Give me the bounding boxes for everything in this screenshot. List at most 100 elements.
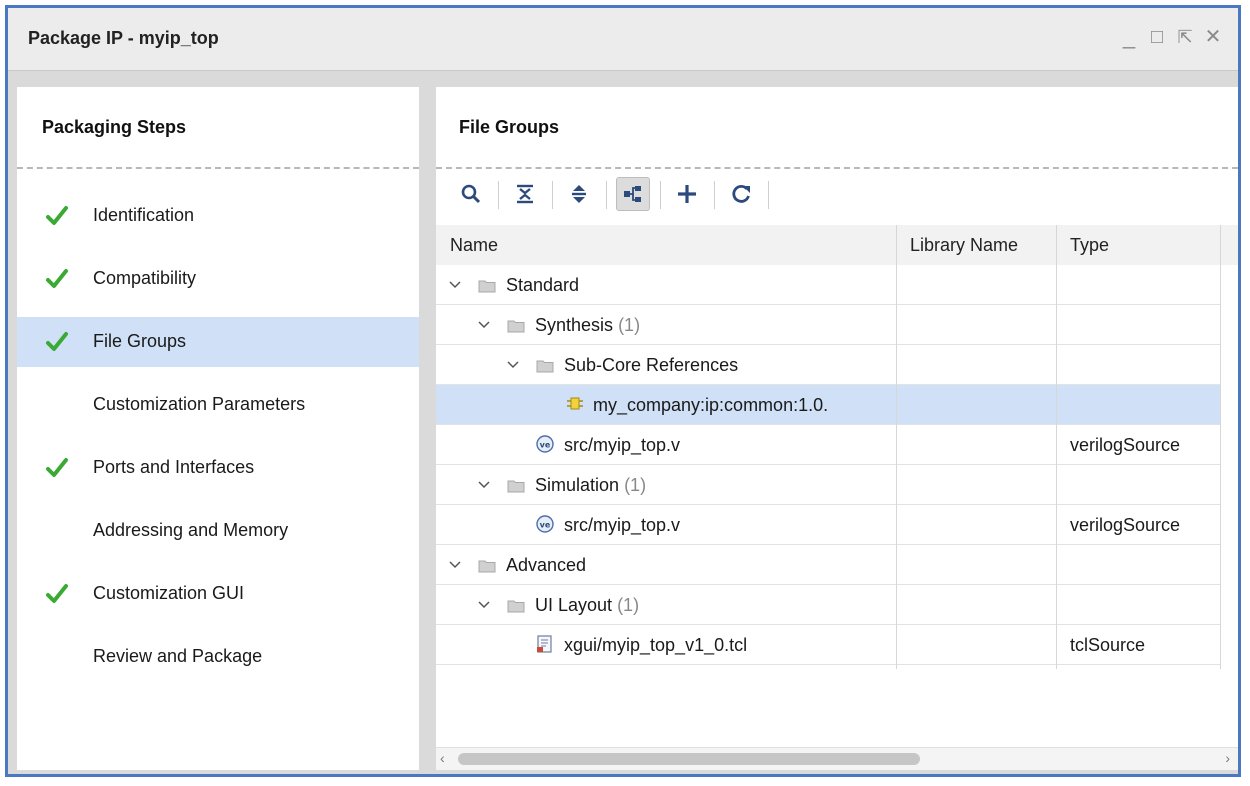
folder-icon <box>536 358 554 373</box>
checkmark-icon <box>45 204 69 228</box>
row-name: Simulation (1) <box>535 475 646 496</box>
row-name: Standard <box>506 275 579 296</box>
checkmark-icon <box>45 456 69 480</box>
step-label: Identification <box>93 205 195 225</box>
column-divider <box>1220 225 1221 669</box>
column-divider <box>1056 225 1057 669</box>
column-header-type[interactable]: Type <box>1070 235 1109 256</box>
restore-icon[interactable]: ⇱ <box>1172 22 1198 52</box>
toolbar-separator <box>606 181 607 209</box>
table-row[interactable]: Synthesis (1) <box>436 305 1221 345</box>
hierarchy-icon[interactable] <box>616 177 650 211</box>
step-compatibility[interactable]: Compatibility <box>17 254 419 304</box>
row-count: (1) <box>624 475 647 495</box>
step-label: Compatibility <box>93 268 197 288</box>
step-customization-gui[interactable]: Customization GUI <box>17 569 419 619</box>
row-count: (1) <box>618 315 641 335</box>
checkmark-icon <box>45 582 69 606</box>
row-name-text: xgui/myip_top_v1_0.tcl <box>564 635 748 655</box>
toolbar-separator <box>498 181 499 209</box>
minimize-icon[interactable]: _ <box>1116 22 1142 52</box>
chevron-down-icon[interactable] <box>477 474 493 494</box>
divider <box>436 167 1238 169</box>
ip-core-icon <box>565 395 583 410</box>
expand-all-icon[interactable] <box>562 177 596 211</box>
checkmark-icon <box>45 267 69 291</box>
step-review-and-package[interactable]: Review and Package <box>17 632 419 682</box>
divider <box>17 167 419 169</box>
step-label: Addressing and Memory <box>93 520 289 540</box>
row-name-text: Advanced <box>506 555 587 575</box>
file-groups-heading: File Groups <box>459 117 560 137</box>
table-row[interactable]: my_company:ip:common:1.0. <box>436 385 1221 425</box>
row-name: src/myip_top.v <box>564 435 680 456</box>
toolbar-separator <box>714 181 715 209</box>
step-ports-and-interfaces[interactable]: Ports and Interfaces <box>17 443 419 493</box>
row-name: Sub-Core References <box>564 355 738 376</box>
column-header-library[interactable]: Library Name <box>910 235 1018 256</box>
package-ip-window: Package IP - myip_top _ □ ⇱ ✕ Packaging … <box>5 5 1241 777</box>
step-identification[interactable]: Identification <box>17 191 419 241</box>
table-row[interactable]: xgui/myip_top_v1_0.tcl tclSource <box>436 625 1221 665</box>
packaging-steps-heading: Packaging Steps <box>42 117 187 137</box>
horizontal-scrollbar[interactable]: ‹ › <box>436 747 1238 770</box>
scroll-right-icon[interactable]: › <box>1225 750 1230 766</box>
chevron-down-icon[interactable] <box>448 274 464 294</box>
row-name-text: my_company:ip:common:1.0. <box>593 395 829 415</box>
row-name: Synthesis (1) <box>535 315 640 336</box>
step-customization-parameters[interactable]: Customization Parameters <box>17 380 419 430</box>
chevron-down-icon[interactable] <box>506 354 522 374</box>
maximize-icon[interactable]: □ <box>1144 22 1170 52</box>
table-row[interactable]: ve src/myip_top.v verilogSource <box>436 505 1221 545</box>
window-title: Package IP - myip_top <box>28 28 219 48</box>
column-header-name[interactable]: Name <box>450 235 498 256</box>
packaging-steps-panel: Packaging Steps Identification Compatibil… <box>17 87 419 770</box>
checkmark-icon <box>45 330 69 354</box>
row-type: verilogSource <box>1070 515 1181 535</box>
folder-icon <box>507 318 525 333</box>
close-icon[interactable]: ✕ <box>1200 22 1226 52</box>
row-type: verilogSource <box>1070 435 1181 455</box>
step-label: Review and Package <box>93 646 263 666</box>
row-count: (1) <box>617 595 640 615</box>
scroll-left-icon[interactable]: ‹ <box>440 750 445 766</box>
toolbar-separator <box>768 181 769 209</box>
folder-icon <box>507 478 525 493</box>
row-name: UI Layout (1) <box>535 595 639 616</box>
svg-text:ve: ve <box>540 521 551 530</box>
toolbar-separator <box>552 181 553 209</box>
row-name: xgui/myip_top_v1_0.tcl <box>564 635 747 656</box>
row-name-text: Sub-Core References <box>564 355 739 375</box>
table-row[interactable]: ve src/myip_top.v verilogSource <box>436 425 1221 465</box>
row-name: my_company:ip:common:1.0. <box>593 395 828 416</box>
title-bar[interactable]: Package IP - myip_top _ □ ⇱ ✕ <box>8 8 1238 71</box>
row-name: src/myip_top.v <box>564 515 680 536</box>
add-icon[interactable] <box>670 177 704 211</box>
file-groups-panel: File Groups Name Library Name Type Stand… <box>436 87 1238 770</box>
step-addressing-and-memory[interactable]: Addressing and Memory <box>17 506 419 556</box>
table-row[interactable]: UI Layout (1) <box>436 585 1221 625</box>
chevron-down-icon[interactable] <box>477 594 493 614</box>
table-row[interactable]: Advanced <box>436 545 1221 585</box>
table-row[interactable]: Simulation (1) <box>436 465 1221 505</box>
toolbar-separator <box>660 181 661 209</box>
row-name-text: UI Layout <box>535 595 613 615</box>
collapse-all-icon[interactable] <box>508 177 542 211</box>
chevron-down-icon[interactable] <box>477 314 493 334</box>
file-groups-table: Name Library Name Type Standard Synthesis… <box>436 225 1238 669</box>
folder-icon <box>478 558 496 573</box>
verilog-file-icon: ve <box>536 435 554 453</box>
refresh-icon[interactable] <box>724 177 758 211</box>
row-name: Advanced <box>506 555 586 576</box>
dialog-body: Packaging Steps Identification Compatibil… <box>8 71 1238 774</box>
chevron-down-icon[interactable] <box>448 554 464 574</box>
step-label: Customization GUI <box>93 583 245 603</box>
search-icon[interactable] <box>454 177 488 211</box>
scrollbar-thumb[interactable] <box>458 753 920 765</box>
row-name-text: Synthesis <box>535 315 614 335</box>
table-row[interactable]: Sub-Core References <box>436 345 1221 385</box>
step-label: Customization Parameters <box>93 394 306 414</box>
step-file-groups[interactable]: File Groups <box>17 317 419 367</box>
table-row[interactable]: Standard <box>436 265 1221 305</box>
step-label: File Groups <box>93 331 187 351</box>
